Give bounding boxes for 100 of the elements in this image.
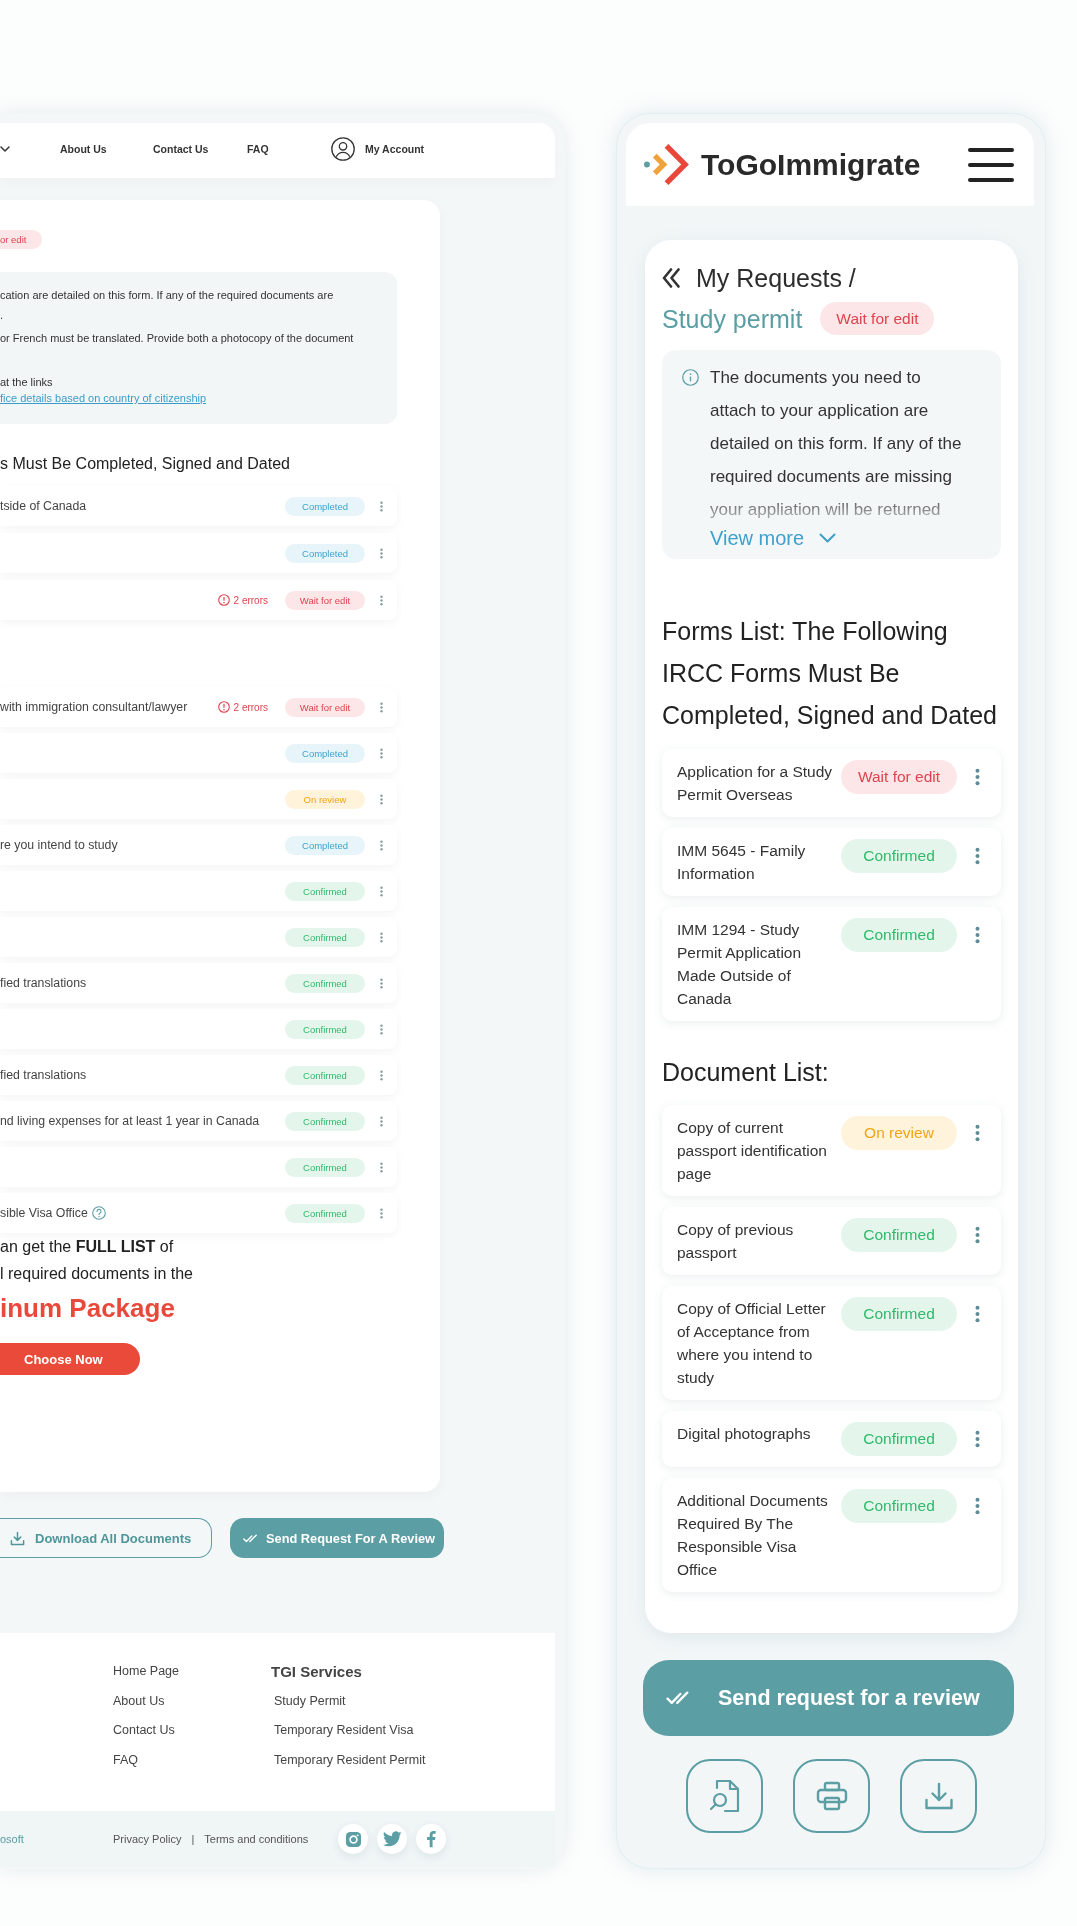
info-text: at the links bbox=[0, 375, 54, 390]
row-title: fied translations bbox=[0, 1068, 87, 1082]
double-chevron-icon[interactable] bbox=[662, 267, 680, 288]
chevron-down-icon bbox=[819, 532, 837, 543]
more-icon[interactable] bbox=[380, 547, 383, 559]
document-row[interactable]: nd living expenses for at least 1 year in Canada Confirmed bbox=[0, 1101, 397, 1141]
nav-link[interactable]: About Us bbox=[60, 143, 153, 155]
info-text: . bbox=[0, 308, 5, 323]
more-icon[interactable] bbox=[380, 1115, 383, 1127]
page-title: Study permit bbox=[662, 304, 803, 333]
nav-link[interactable]: Contact Us bbox=[153, 143, 247, 155]
document-row[interactable]: fied translations Confirmed bbox=[0, 1055, 397, 1095]
package-title: inum Package bbox=[0, 1292, 175, 1325]
more-icon[interactable] bbox=[975, 1124, 980, 1142]
print-button[interactable] bbox=[793, 1759, 870, 1833]
document-row[interactable]: Additional Documents Required By The Responsible Visa Office Confirmed bbox=[662, 1478, 1001, 1592]
printer-icon bbox=[815, 1781, 848, 1811]
more-icon[interactable] bbox=[380, 977, 383, 989]
status-badge: Confirmed bbox=[841, 1218, 957, 1252]
promo-text: an get the FULL LIST of bbox=[0, 1237, 174, 1257]
row-title: with immigration consultant/lawyer bbox=[0, 700, 188, 714]
status-badge: Confirmed bbox=[285, 1065, 365, 1085]
alert-icon bbox=[217, 594, 230, 606]
row-title: sible Visa Office bbox=[0, 1206, 88, 1220]
status-badge: Completed bbox=[285, 835, 365, 855]
twitter-link[interactable] bbox=[377, 1824, 408, 1854]
form-row[interactable]: tside of Canada Completed bbox=[0, 486, 397, 526]
more-icon[interactable] bbox=[975, 1430, 980, 1448]
document-row[interactable]: Copy of previous passport Confirmed bbox=[662, 1207, 1001, 1275]
account-link[interactable]: My Account bbox=[331, 137, 555, 161]
document-row[interactable]: re you intend to study Completed bbox=[0, 825, 397, 865]
more-icon[interactable] bbox=[975, 926, 980, 944]
footer-link[interactable]: Home Page bbox=[113, 1657, 179, 1687]
info-text: or French must be translated. Provide both a photocopy of the document bbox=[0, 331, 355, 346]
status-badge: Confirmed bbox=[285, 927, 365, 947]
info-icon bbox=[682, 369, 699, 386]
footer-link[interactable]: Privacy Policy bbox=[113, 1833, 182, 1845]
instagram-link[interactable] bbox=[338, 1824, 369, 1854]
footer-link[interactable]: Contact Us bbox=[113, 1716, 175, 1746]
document-search-icon bbox=[708, 1779, 741, 1813]
more-icon[interactable] bbox=[380, 931, 383, 943]
document-search-button[interactable] bbox=[686, 1759, 763, 1833]
document-row[interactable]: fied translations Confirmed bbox=[0, 963, 397, 1003]
footer-link[interactable]: Temporary Resident Visa bbox=[271, 1716, 414, 1746]
breadcrumb-link[interactable]: My Requests bbox=[696, 263, 842, 292]
document-row[interactable]: sible Visa Office Confirmed bbox=[0, 1193, 397, 1233]
footer-heading: TGI Services bbox=[271, 1662, 362, 1682]
footer-link[interactable]: Study Permit bbox=[271, 1686, 346, 1716]
status-badge: Confirmed bbox=[841, 1489, 957, 1523]
more-icon[interactable] bbox=[380, 839, 383, 851]
footer-link[interactable]: About Us bbox=[113, 1686, 165, 1716]
section-heading: Document List: bbox=[662, 1057, 830, 1088]
more-icon[interactable] bbox=[380, 1207, 383, 1219]
more-icon[interactable] bbox=[380, 594, 383, 606]
document-row[interactable]: Copy of current passport identification page On review bbox=[662, 1105, 1001, 1196]
row-title: tside of Canada bbox=[0, 499, 87, 513]
form-row[interactable]: Application for a Study Permit Overseas Wait for edit bbox=[662, 749, 1001, 817]
status-badge: Confirmed bbox=[285, 1019, 365, 1039]
choose-button[interactable]: Choose Now bbox=[0, 1343, 140, 1375]
form-row[interactable]: IMM 1294 - Study Permit Application Made Outside of Canada Confirmed bbox=[662, 907, 1001, 1021]
more-icon[interactable] bbox=[380, 793, 383, 805]
more-icon[interactable] bbox=[975, 768, 980, 786]
more-icon[interactable] bbox=[380, 747, 383, 759]
footer-link[interactable]: Terms and conditions bbox=[204, 1833, 309, 1845]
more-icon[interactable] bbox=[380, 1023, 383, 1035]
status-badge: or edit bbox=[0, 230, 43, 249]
more-icon[interactable] bbox=[975, 847, 980, 865]
more-icon[interactable] bbox=[380, 701, 383, 713]
more-icon[interactable] bbox=[380, 885, 383, 897]
status-badge: Confirmed bbox=[285, 881, 365, 901]
row-title: nd living expenses for at least 1 year in Canada bbox=[0, 1114, 260, 1128]
form-row[interactable]: 2 errors Wait for edit bbox=[0, 580, 397, 620]
double-check-icon bbox=[243, 1533, 259, 1543]
more-icon[interactable] bbox=[975, 1305, 980, 1323]
caret-icon[interactable] bbox=[0, 146, 10, 152]
status-badge: Wait for edit bbox=[285, 697, 365, 717]
help-icon[interactable] bbox=[91, 1206, 106, 1220]
menu-icon[interactable] bbox=[968, 147, 1014, 182]
document-row[interactable]: Digital photographs Confirmed bbox=[662, 1411, 1001, 1467]
document-row[interactable]: Copy of Official Letter of Acceptance from where you intend to study Confirmed bbox=[662, 1286, 1001, 1400]
more-icon[interactable] bbox=[380, 1069, 383, 1081]
more-icon[interactable] bbox=[975, 1226, 980, 1244]
footer-link[interactable]: FAQ bbox=[113, 1745, 138, 1775]
document-row[interactable]: with immigration consultant/lawyer 2 errors Wait for edit bbox=[0, 687, 397, 727]
more-icon[interactable] bbox=[380, 1161, 383, 1173]
error-count: 2 errors bbox=[233, 701, 268, 713]
form-row[interactable]: IMM 5645 - Family Information Confirmed bbox=[662, 828, 1001, 896]
more-icon[interactable] bbox=[380, 500, 383, 512]
footer-link[interactable]: Temporary Resident Permit bbox=[271, 1745, 426, 1775]
promo-text: l required documents in the bbox=[0, 1264, 193, 1284]
facebook-link[interactable] bbox=[416, 1824, 447, 1854]
nav-link[interactable]: FAQ bbox=[247, 143, 331, 155]
more-icon[interactable] bbox=[975, 1497, 980, 1515]
row-title: Digital photographs bbox=[677, 1424, 812, 1444]
row-title: IMM 5645 - Family Information bbox=[677, 841, 807, 884]
logo-icon[interactable] bbox=[643, 142, 690, 187]
info-text: cation are detailed on this form. If any of the required documents are bbox=[0, 288, 335, 303]
status-badge: Wait for edit bbox=[285, 590, 365, 610]
status-badge: Confirmed bbox=[285, 973, 365, 993]
download-button[interactable] bbox=[900, 1759, 977, 1833]
